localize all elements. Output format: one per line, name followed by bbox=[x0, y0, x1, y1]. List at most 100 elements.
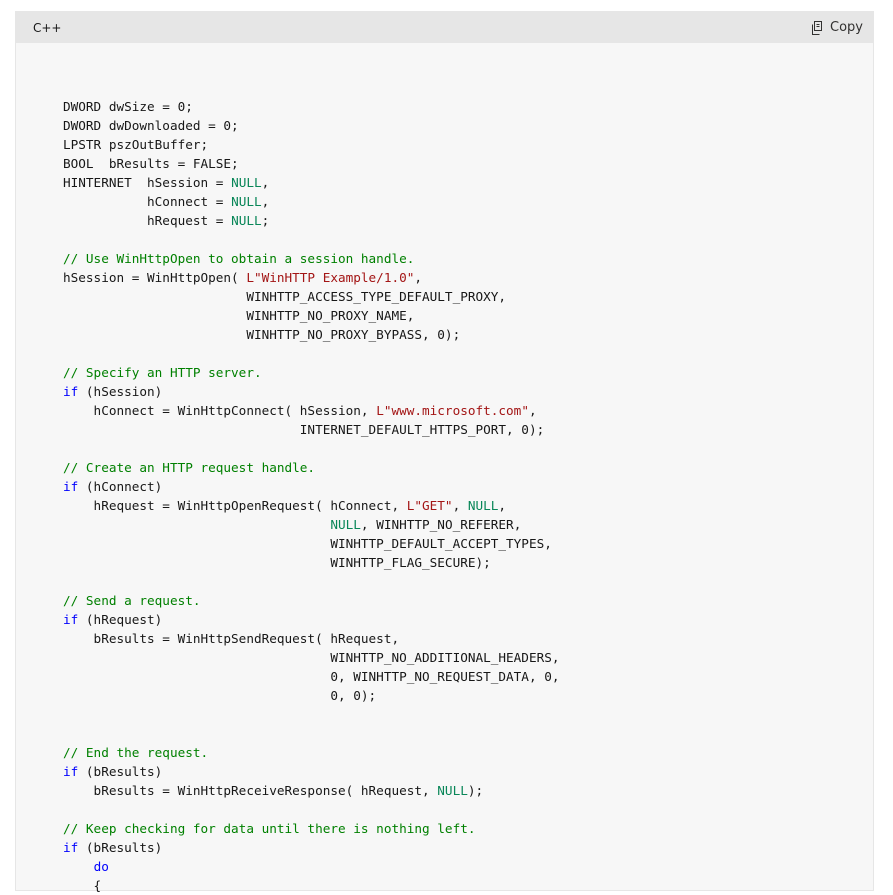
code-token: hSession = WinHttpOpen( bbox=[63, 270, 247, 285]
code-line: if (hSession) bbox=[63, 382, 873, 401]
code-token: { bbox=[63, 878, 102, 893]
code-token: , bbox=[498, 498, 507, 513]
code-token: hRequest = WinHttpOpenRequest( hConnect, bbox=[63, 498, 407, 513]
code-token: (bResults) bbox=[78, 764, 163, 779]
code-line: hRequest = WinHttpOpenRequest( hConnect,… bbox=[63, 496, 873, 515]
code-token: WINHTTP_NO_PROXY_BYPASS, 0); bbox=[63, 327, 461, 342]
code-token: NULL bbox=[437, 783, 468, 798]
code-line: WINHTTP_NO_PROXY_NAME, bbox=[63, 306, 873, 325]
code-token: , bbox=[414, 270, 423, 285]
code-line: hRequest = NULL; bbox=[63, 211, 873, 230]
copy-label: Copy bbox=[830, 20, 863, 35]
code-token: WINHTTP_ACCESS_TYPE_DEFAULT_PROXY, bbox=[63, 289, 507, 304]
code-content: DWORD dwSize = 0; DWORD dwDownloaded = 0;… bbox=[16, 43, 873, 895]
code-token: NULL bbox=[231, 213, 262, 228]
code-token: DWORD dwSize = 0; bbox=[63, 99, 193, 114]
code-token: , bbox=[261, 194, 270, 209]
code-token: , bbox=[261, 175, 270, 190]
code-line: // Send a request. bbox=[63, 591, 873, 610]
code-line: hConnect = NULL, bbox=[63, 192, 873, 211]
code-token: DWORD dwDownloaded = 0; bbox=[63, 118, 239, 133]
code-line: DWORD dwDownloaded = 0; bbox=[63, 116, 873, 135]
code-line: // Keep checking for data until there is… bbox=[63, 819, 873, 838]
code-line: hSession = WinHttpOpen( L"WinHTTP Exampl… bbox=[63, 268, 873, 287]
code-line: 0, WINHTTP_NO_REQUEST_DATA, 0, bbox=[63, 667, 873, 686]
code-line: do bbox=[63, 857, 873, 876]
copy-icon bbox=[811, 20, 824, 35]
code-line: WINHTTP_ACCESS_TYPE_DEFAULT_PROXY, bbox=[63, 287, 873, 306]
code-token: WINHTTP_NO_ADDITIONAL_HEADERS, bbox=[63, 650, 560, 665]
code-token: L"GET" bbox=[406, 498, 453, 513]
code-line: // Create an HTTP request handle. bbox=[63, 458, 873, 477]
code-line: { bbox=[63, 876, 873, 895]
code-token: WINHTTP_NO_PROXY_NAME, bbox=[63, 308, 415, 323]
code-line: // End the request. bbox=[63, 743, 873, 762]
copy-button[interactable]: Copy bbox=[811, 20, 863, 35]
code-token: (hConnect) bbox=[78, 479, 163, 494]
code-token: // Use WinHttpOpen to obtain a session h… bbox=[63, 251, 415, 266]
code-line: BOOL bResults = FALSE; bbox=[63, 154, 873, 173]
code-token: (hSession) bbox=[78, 384, 163, 399]
code-token: hConnect = bbox=[63, 194, 232, 209]
code-token: , bbox=[452, 498, 468, 513]
code-token: 0, WINHTTP_NO_REQUEST_DATA, 0, bbox=[63, 669, 560, 684]
code-token: L"WinHTTP Example/1.0" bbox=[246, 270, 415, 285]
code-line: bResults = WinHttpReceiveResponse( hRequ… bbox=[63, 781, 873, 800]
code-token: bResults = WinHttpReceiveResponse( hRequ… bbox=[63, 783, 438, 798]
code-token: if bbox=[63, 384, 79, 399]
code-line: WINHTTP_FLAG_SECURE); bbox=[63, 553, 873, 572]
code-line: INTERNET_DEFAULT_HTTPS_PORT, 0); bbox=[63, 420, 873, 439]
code-line: hConnect = WinHttpConnect( hSession, L"w… bbox=[63, 401, 873, 420]
code-line: LPSTR pszOutBuffer; bbox=[63, 135, 873, 154]
code-token: NULL bbox=[467, 498, 499, 513]
code-token: HINTERNET hSession = bbox=[63, 175, 232, 190]
code-token: L"www.microsoft.com" bbox=[376, 403, 529, 418]
code-line: if (hConnect) bbox=[63, 477, 873, 496]
code-token: LPSTR pszOutBuffer; bbox=[63, 137, 209, 152]
code-line: // Use WinHttpOpen to obtain a session h… bbox=[63, 249, 873, 268]
code-token: if bbox=[63, 764, 79, 779]
code-line: 0, 0); bbox=[63, 686, 873, 705]
code-token: // Send a request. bbox=[63, 593, 201, 608]
code-line: WINHTTP_NO_ADDITIONAL_HEADERS, bbox=[63, 648, 873, 667]
code-line: bResults = WinHttpSendRequest( hRequest, bbox=[63, 629, 873, 648]
code-token: hConnect = WinHttpConnect( hSession, bbox=[63, 403, 377, 418]
code-token: NULL bbox=[231, 175, 262, 190]
code-token: ; bbox=[261, 213, 270, 228]
code-line: NULL, WINHTTP_NO_REFERER, bbox=[63, 515, 873, 534]
code-token: WINHTTP_FLAG_SECURE); bbox=[63, 555, 491, 570]
code-token: WINHTTP_DEFAULT_ACCEPT_TYPES, bbox=[63, 536, 552, 551]
code-token: // Specify an HTTP server. bbox=[63, 365, 262, 380]
code-token: // Keep checking for data until there is… bbox=[63, 821, 476, 836]
code-line: DWORD dwSize = 0; bbox=[63, 97, 873, 116]
code-token: (hRequest) bbox=[78, 612, 163, 627]
code-block: C++ Copy DWORD dwSize = 0; DWORD dwDownlo… bbox=[15, 11, 874, 893]
code-line: WINHTTP_NO_PROXY_BYPASS, 0); bbox=[63, 325, 873, 344]
code-token: if bbox=[63, 840, 79, 855]
code-token: bResults = WinHttpSendRequest( hRequest, bbox=[63, 631, 400, 646]
code-line: // Specify an HTTP server. bbox=[63, 363, 873, 382]
code-line: if (bResults) bbox=[63, 762, 873, 781]
code-token: (bResults) bbox=[78, 840, 163, 855]
code-token: // End the request. bbox=[63, 745, 209, 760]
code-line: if (bResults) bbox=[63, 838, 873, 857]
code-token: ); bbox=[467, 783, 484, 798]
code-token: do bbox=[93, 859, 109, 874]
code-token: if bbox=[63, 612, 79, 627]
code-line: HINTERNET hSession = NULL, bbox=[63, 173, 873, 192]
code-token: 0, 0); bbox=[63, 688, 377, 703]
code-language-label: C++ bbox=[33, 20, 62, 35]
code-line: if (hRequest) bbox=[63, 610, 873, 629]
code-line: WINHTTP_DEFAULT_ACCEPT_TYPES, bbox=[63, 534, 873, 553]
code-token: BOOL bResults = FALSE; bbox=[63, 156, 239, 171]
code-token: , bbox=[528, 403, 537, 418]
